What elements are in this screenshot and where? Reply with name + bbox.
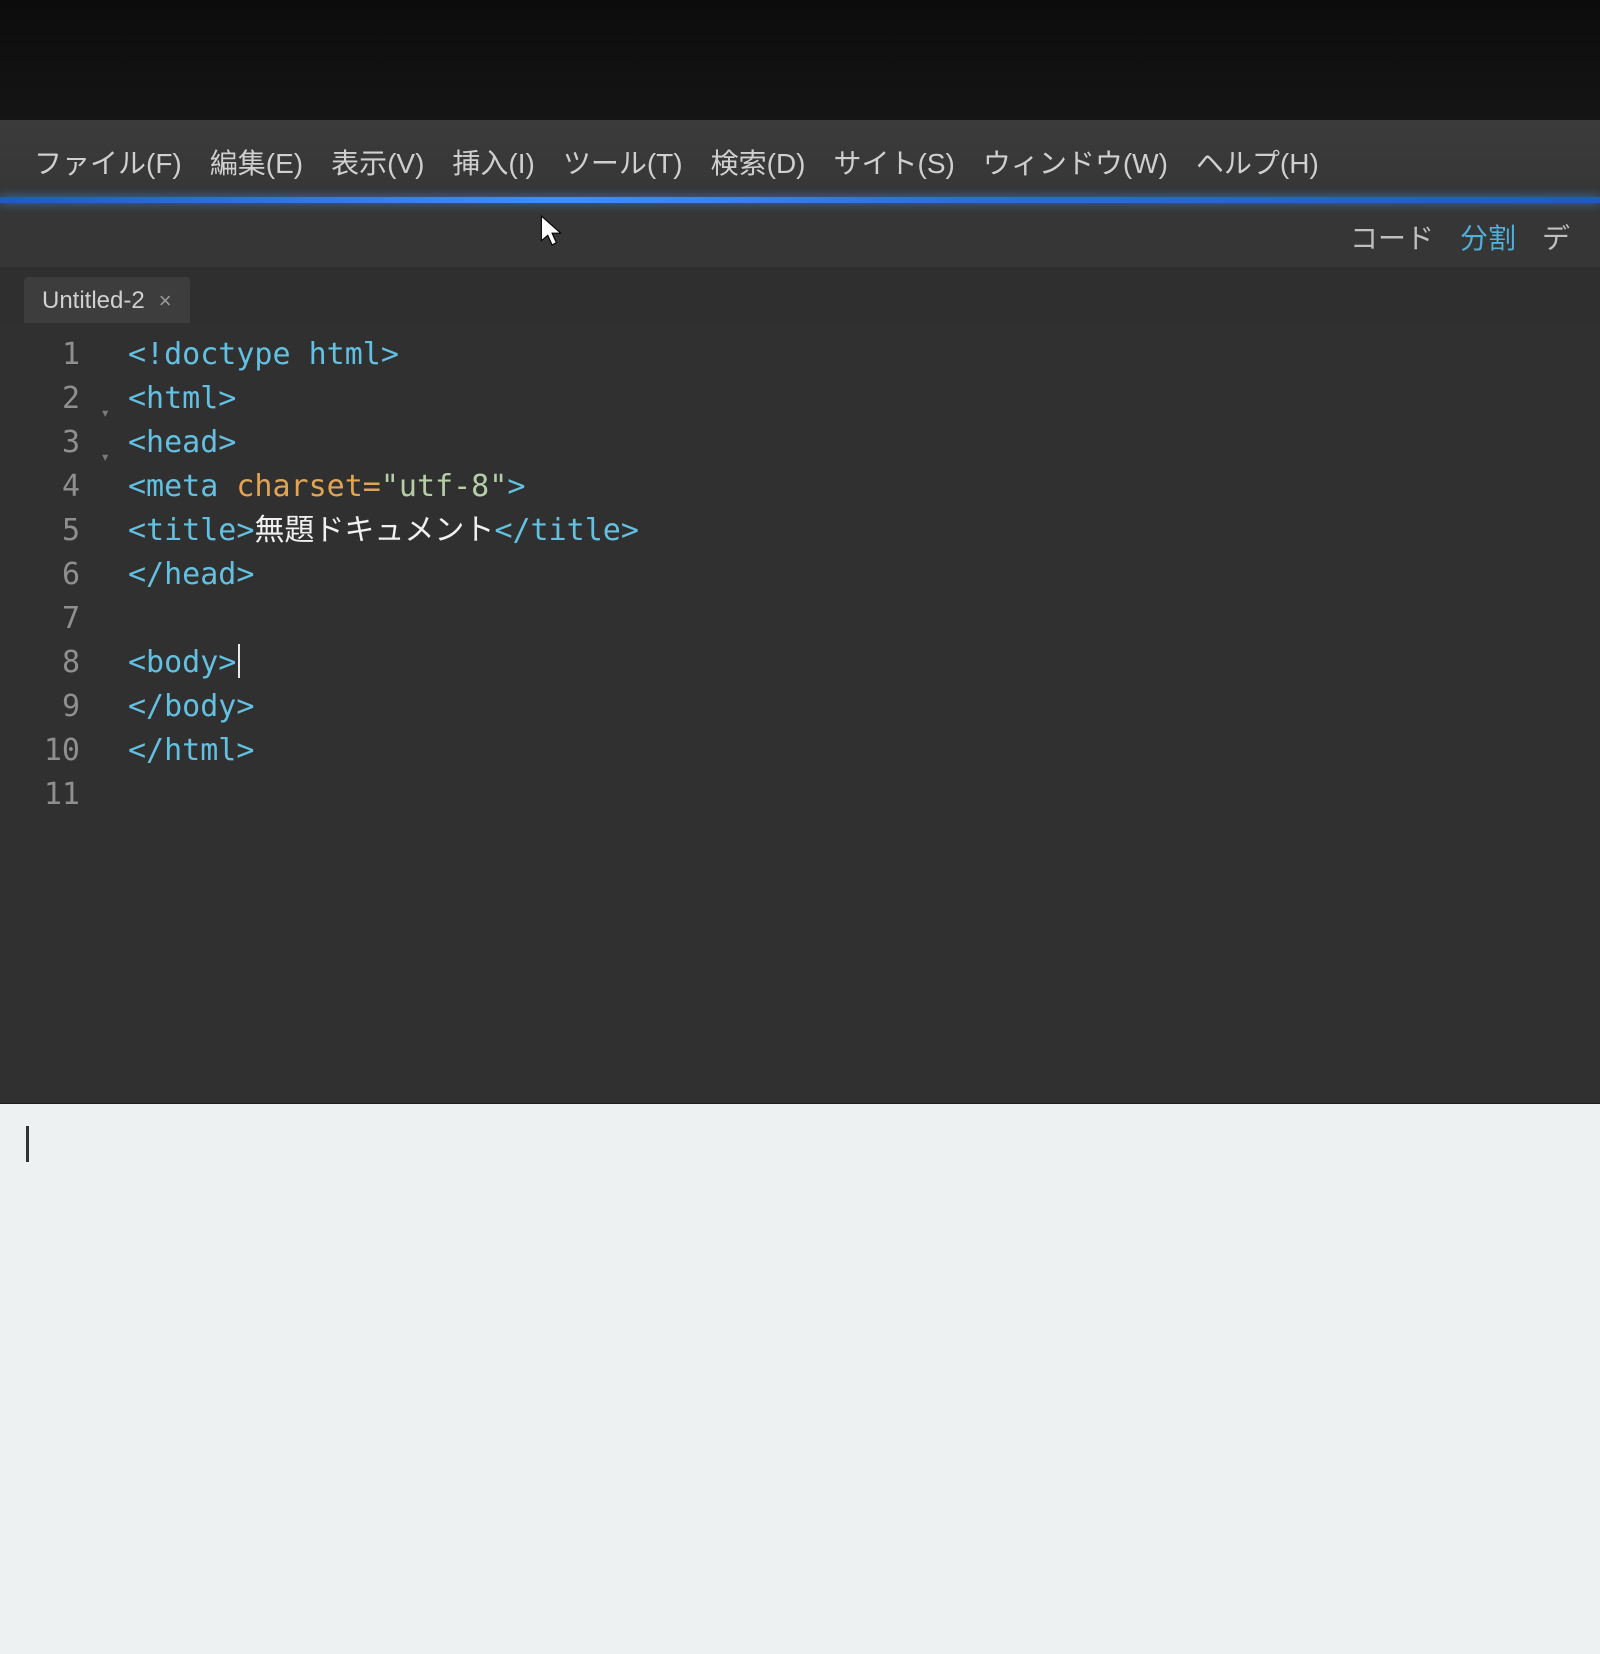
close-icon[interactable]: × [159, 288, 172, 314]
document-tab-title: Untitled-2 [42, 287, 145, 315]
menu-file[interactable]: ファイル(F) [34, 142, 182, 182]
view-code-button[interactable]: コード [1350, 217, 1434, 257]
menu-search[interactable]: 検索(D) [711, 142, 806, 182]
menu-site[interactable]: サイト(S) [834, 142, 955, 182]
code-line[interactable]: <title>無題ドキュメント</title> [128, 509, 639, 553]
app-window: ファイル(F) 編集(E) 表示(V) 挿入(I) ツール(T) 検索(D) サ… [0, 0, 1600, 1654]
line-number: 2▾ [0, 377, 92, 421]
code-line[interactable]: <html> [128, 377, 639, 421]
menu-edit[interactable]: 編集(E) [210, 142, 303, 182]
code-line[interactable]: <meta charset="utf-8"> [128, 465, 639, 509]
code-area[interactable]: <!doctype html><html><head><meta charset… [92, 323, 639, 1103]
code-line[interactable]: </html> [128, 729, 639, 773]
line-number: 8 [0, 641, 92, 685]
menu-view[interactable]: 表示(V) [331, 142, 424, 182]
view-split-button[interactable]: 分割 [1460, 217, 1516, 257]
menu-help[interactable]: ヘルプ(H) [1196, 142, 1319, 182]
line-number: 4 [0, 465, 92, 509]
code-line[interactable] [128, 773, 639, 817]
line-number: 1 [0, 333, 92, 377]
code-line[interactable]: <head> [128, 421, 639, 465]
code-line[interactable]: <!doctype html> [128, 333, 639, 377]
document-tab-strip: Untitled-2 × [0, 267, 1600, 323]
line-number: 10 [0, 729, 92, 773]
code-editor[interactable]: 12▾3▾4567891011 <!doctype html><html><he… [0, 323, 1600, 1103]
view-design-button[interactable]: デ [1542, 217, 1570, 257]
document-tab[interactable]: Untitled-2 × [24, 277, 190, 323]
monitor-bezel [0, 0, 1600, 120]
line-number-gutter: 12▾3▾4567891011 [0, 323, 92, 1103]
preview-text-caret [26, 1126, 29, 1162]
live-preview-pane[interactable] [0, 1103, 1600, 1654]
menu-bar: ファイル(F) 編集(E) 表示(V) 挿入(I) ツール(T) 検索(D) サ… [0, 120, 1600, 203]
line-number: 6 [0, 553, 92, 597]
menu-insert[interactable]: 挿入(I) [452, 142, 534, 182]
fold-toggle-icon[interactable]: ▾ [100, 435, 110, 479]
fold-toggle-icon[interactable]: ▾ [100, 391, 110, 435]
code-line[interactable] [128, 597, 639, 641]
menu-tools[interactable]: ツール(T) [563, 142, 683, 182]
line-number: 11 [0, 773, 92, 817]
code-line[interactable]: <body> [128, 641, 639, 685]
line-number: 9 [0, 685, 92, 729]
view-mode-bar: コード 分割 デ [0, 203, 1600, 267]
line-number: 5 [0, 509, 92, 553]
code-line[interactable]: </head> [128, 553, 639, 597]
line-number: 3▾ [0, 421, 92, 465]
line-number: 7 [0, 597, 92, 641]
code-line[interactable]: </body> [128, 685, 639, 729]
menu-window[interactable]: ウィンドウ(W) [983, 142, 1168, 182]
